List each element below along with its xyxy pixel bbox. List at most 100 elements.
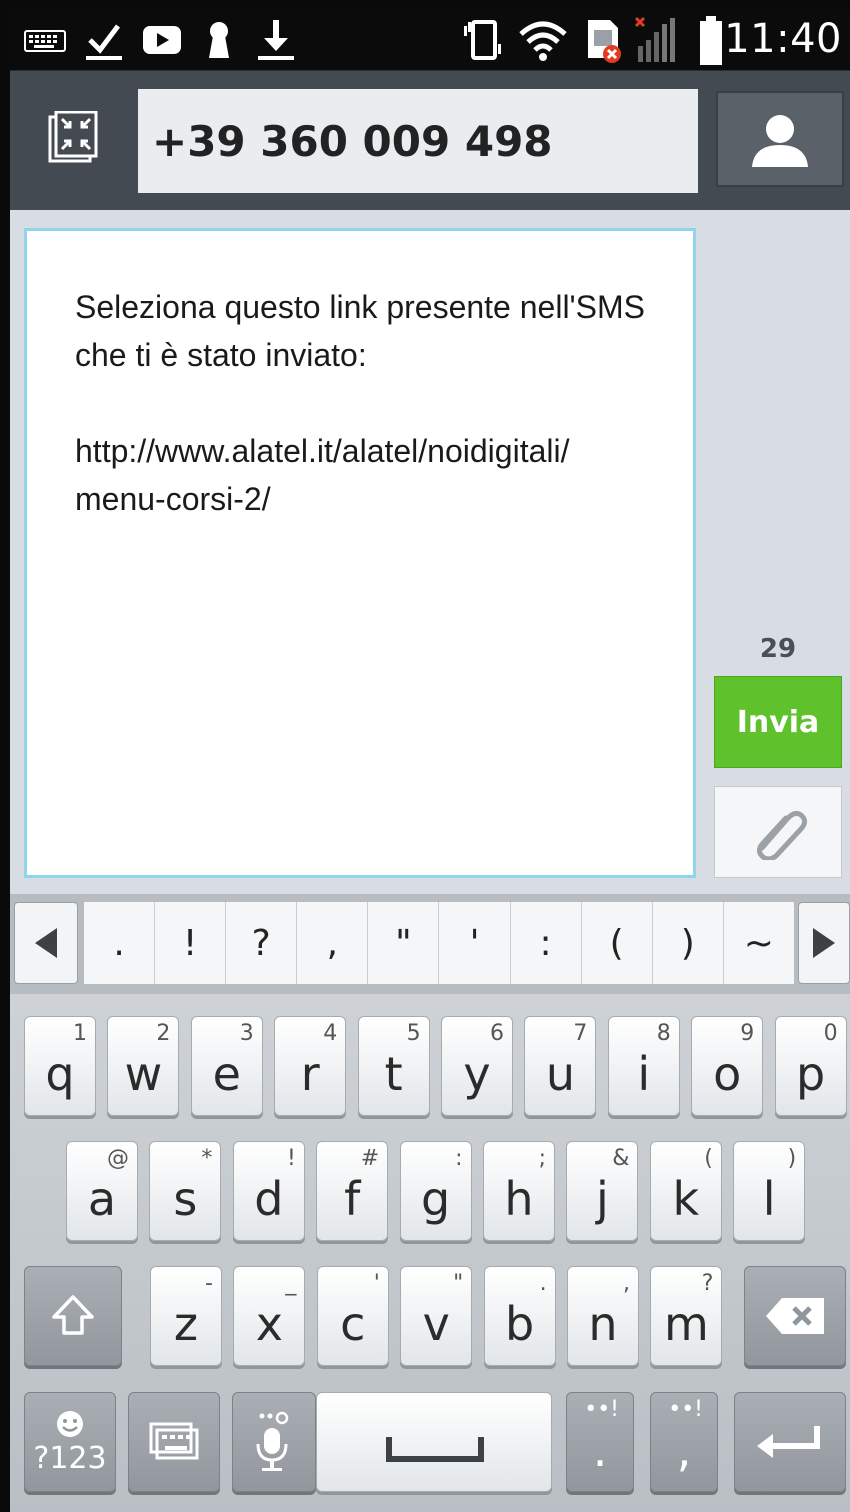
paperclip-icon bbox=[756, 810, 808, 860]
key-m[interactable]: ? m bbox=[650, 1266, 723, 1366]
key-o[interactable]: 9o bbox=[691, 1016, 764, 1116]
key-hint: 2 bbox=[156, 1021, 171, 1046]
voice-input-key[interactable] bbox=[232, 1392, 316, 1492]
symbol-key[interactable]: " bbox=[368, 902, 440, 984]
key-hint: ; bbox=[538, 1146, 546, 1171]
key-label: e bbox=[212, 1047, 241, 1101]
key-hint: ( bbox=[704, 1146, 713, 1171]
symbol-key[interactable]: ~ bbox=[724, 902, 794, 984]
key-label: y bbox=[463, 1047, 491, 1101]
add-contact-button[interactable] bbox=[716, 91, 844, 187]
key-hint: _ bbox=[285, 1271, 297, 1296]
shift-icon bbox=[52, 1295, 94, 1335]
keyboard-settings-key[interactable] bbox=[128, 1392, 220, 1492]
sms-compose-screen: 11:40 +39 360 009 498 Seleziona questo l… bbox=[0, 0, 850, 1512]
key-f[interactable]: # f bbox=[316, 1141, 389, 1241]
key-hint: 7 bbox=[573, 1021, 588, 1046]
key-c[interactable]: ' c bbox=[316, 1266, 389, 1366]
key-s[interactable]: * s bbox=[149, 1141, 222, 1241]
key-label: p bbox=[795, 1047, 826, 1101]
key-label: z bbox=[173, 1297, 199, 1351]
key-label: g bbox=[420, 1172, 451, 1226]
download-icon bbox=[256, 18, 296, 62]
wifi-icon bbox=[518, 18, 568, 62]
message-line: Seleziona questo link presente nell'SMS bbox=[75, 289, 645, 325]
key-e[interactable]: 3e bbox=[190, 1016, 263, 1116]
key-z[interactable]: -z bbox=[150, 1266, 222, 1366]
key-hint: 4 bbox=[323, 1021, 338, 1046]
key-a[interactable]: @ a bbox=[66, 1141, 138, 1241]
key-hint: 0 bbox=[823, 1021, 838, 1046]
key-hint: @ bbox=[107, 1146, 129, 1171]
key-l[interactable]: ) l bbox=[733, 1141, 806, 1241]
space-bar-icon bbox=[386, 1437, 484, 1462]
symbols-scroll-right-button[interactable] bbox=[798, 902, 850, 984]
key-hint: : bbox=[455, 1146, 463, 1171]
key-v[interactable]: " v bbox=[400, 1266, 473, 1366]
symbol-key[interactable]: ' bbox=[439, 902, 511, 984]
message-link-line: menu-corsi-2/ bbox=[75, 481, 271, 517]
youtube-icon bbox=[142, 24, 182, 56]
symbol-key[interactable]: . bbox=[84, 902, 156, 984]
symbols-key[interactable]: ?123 bbox=[24, 1392, 116, 1492]
key-u[interactable]: 7u bbox=[524, 1016, 597, 1116]
keyboard-icon bbox=[149, 1422, 199, 1460]
space-key[interactable] bbox=[316, 1392, 552, 1492]
key-g[interactable]: :g bbox=[399, 1141, 472, 1241]
symbol-key[interactable]: ? bbox=[226, 902, 298, 984]
key-hint: ) bbox=[787, 1146, 797, 1171]
symbol-key[interactable]: ! bbox=[155, 902, 227, 984]
arrow-right-icon bbox=[813, 928, 835, 958]
collapse-button[interactable] bbox=[46, 110, 102, 167]
symbol-key[interactable]: : bbox=[511, 902, 582, 984]
key-k[interactable]: (k bbox=[649, 1141, 722, 1241]
message-link-line: http://www.alatel.it/alatel/noidigitali/ bbox=[75, 433, 570, 469]
message-input[interactable]: Seleziona questo link presente nell'SMS … bbox=[24, 228, 696, 878]
key-q[interactable]: 1q bbox=[24, 1016, 96, 1116]
key-r[interactable]: 4r bbox=[274, 1016, 347, 1116]
enter-icon bbox=[757, 1426, 820, 1458]
key-d[interactable]: ! d bbox=[232, 1141, 305, 1241]
shift-key[interactable] bbox=[24, 1266, 122, 1366]
key-y[interactable]: 6y bbox=[441, 1016, 513, 1116]
key-w[interactable]: 2w bbox=[107, 1016, 180, 1116]
key-j[interactable]: & j bbox=[566, 1141, 639, 1241]
enter-key[interactable] bbox=[734, 1392, 846, 1492]
key-p[interactable]: 0p bbox=[774, 1016, 847, 1116]
key-hint: 9 bbox=[740, 1021, 755, 1046]
key-label: v bbox=[422, 1297, 450, 1351]
key-n[interactable]: ,n bbox=[567, 1266, 639, 1366]
key-label: m bbox=[663, 1297, 709, 1351]
arrow-left-icon bbox=[35, 928, 57, 958]
recipient-field[interactable]: +39 360 009 498 bbox=[138, 89, 698, 193]
key-label: b bbox=[504, 1297, 535, 1351]
key-hint: 3 bbox=[239, 1021, 254, 1046]
send-button[interactable]: Invia bbox=[714, 676, 842, 768]
comma-key[interactable]: ••! , bbox=[650, 1392, 718, 1492]
compose-area: Seleziona questo link presente nell'SMS … bbox=[10, 210, 850, 894]
key-hint: * bbox=[201, 1146, 213, 1171]
key-label: f bbox=[344, 1172, 361, 1226]
key-label: i bbox=[637, 1047, 651, 1101]
key-label: s bbox=[173, 1172, 198, 1226]
signal-icon bbox=[634, 16, 680, 64]
key-h[interactable]: ; h bbox=[483, 1141, 555, 1241]
microphone-icon bbox=[256, 1411, 289, 1471]
sim-error-icon bbox=[584, 18, 624, 64]
key-b[interactable]: .b bbox=[483, 1266, 556, 1366]
key-x[interactable]: _ x bbox=[233, 1266, 306, 1366]
symbol-key[interactable]: ( bbox=[582, 902, 653, 984]
symbol-key[interactable]: ) bbox=[653, 902, 724, 984]
key-hint: & bbox=[612, 1146, 630, 1171]
key-hint: ! bbox=[286, 1146, 296, 1171]
key-label: t bbox=[384, 1047, 403, 1101]
symbol-key[interactable]: , bbox=[297, 902, 369, 984]
attach-button[interactable] bbox=[714, 786, 842, 878]
symbol-row: .!?, " ':() ~ bbox=[10, 894, 850, 994]
key-t[interactable]: 5t bbox=[357, 1016, 430, 1116]
period-key[interactable]: ••! . bbox=[566, 1392, 634, 1492]
backspace-key[interactable] bbox=[744, 1266, 846, 1366]
key-i[interactable]: 8i bbox=[607, 1016, 680, 1116]
symbols-scroll-left-button[interactable] bbox=[14, 902, 78, 984]
key-hint: . bbox=[539, 1271, 547, 1296]
